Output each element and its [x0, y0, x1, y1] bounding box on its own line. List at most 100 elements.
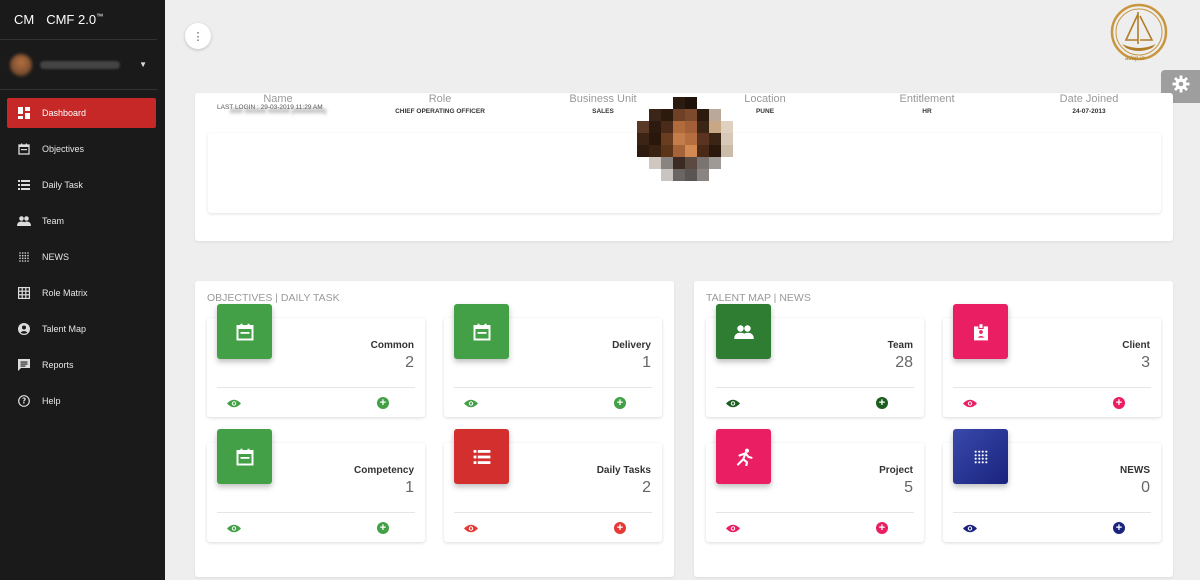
svg-text:?: ?	[22, 397, 26, 406]
people-icon	[17, 214, 31, 228]
plus-icon: +	[878, 396, 886, 409]
sidebar-item-label: Team	[42, 216, 65, 226]
dots-grid-icon	[17, 250, 31, 264]
view-project-button[interactable]	[726, 522, 740, 534]
tile-label: Team	[887, 340, 913, 351]
sidebar-nav: Dashboard Objectives Daily Task Team NEW…	[0, 98, 165, 416]
sidebar-item-news[interactable]: NEWS	[7, 242, 156, 272]
tile-client: Client 3 +	[943, 304, 1161, 417]
sidebar-item-label: Help	[42, 396, 61, 406]
view-team-button[interactable]	[726, 397, 740, 409]
plus-icon: +	[379, 521, 387, 534]
tile-news: NEWS 0 +	[943, 429, 1161, 542]
add-delivery-button[interactable]: +	[614, 397, 626, 409]
tile-label: Common	[370, 340, 414, 351]
sidebar-item-reports[interactable]: Reports	[7, 350, 156, 380]
brand-short: CM	[14, 12, 35, 27]
calendar-icon	[17, 142, 31, 156]
profile-field-name: Name XXX XXXXX XXXXX (XXXXXXX)	[208, 93, 348, 115]
eye-icon	[227, 524, 241, 532]
sidebar-item-daily-task[interactable]: Daily Task	[7, 170, 156, 200]
profile-field-entitlement: Entitlement HR	[857, 93, 997, 115]
sidebar-item-label: NEWS	[42, 252, 69, 262]
tile-count: 3	[1141, 354, 1150, 371]
tile-project: Project 5 +	[706, 429, 924, 542]
plus-icon: +	[616, 396, 624, 409]
plus-icon: +	[616, 521, 624, 534]
add-daily-task-button[interactable]: +	[614, 522, 626, 534]
divider	[716, 512, 914, 513]
more-vert-icon: ⋮	[192, 30, 204, 43]
divider	[217, 512, 415, 513]
profile-field-date-joined: Date Joined 24-07-2013	[1019, 93, 1159, 115]
sidebar-item-label: Objectives	[42, 144, 85, 154]
field-value: HR	[922, 108, 932, 115]
plus-icon: +	[1115, 521, 1123, 534]
add-team-button[interactable]: +	[876, 397, 888, 409]
section-title: TALENT MAP | NEWS	[706, 292, 811, 304]
view-client-button[interactable]	[963, 397, 977, 409]
divider	[454, 387, 652, 388]
add-competency-button[interactable]: +	[377, 522, 389, 534]
eye-icon	[227, 399, 241, 407]
sidebar-item-team[interactable]: Team	[7, 206, 156, 236]
field-value: CHIEF OPERATING OFFICER	[395, 108, 485, 115]
sidebar-item-objectives[interactable]: Objectives	[7, 134, 156, 164]
list-icon	[17, 178, 31, 192]
add-client-button[interactable]: +	[1113, 397, 1125, 409]
user-avatar	[10, 53, 32, 76]
objectives-section: OBJECTIVES | DAILY TASK Common 2 + Deliv…	[195, 281, 674, 577]
sidebar-item-label: Role Matrix	[42, 288, 88, 298]
divider	[217, 387, 415, 388]
tile-label: NEWS	[1120, 465, 1150, 476]
eye-icon	[464, 399, 478, 407]
view-delivery-button[interactable]	[464, 397, 478, 409]
add-news-button[interactable]: +	[1113, 522, 1125, 534]
field-value: XXX XXXXX XXXXX (XXXXXXX)	[229, 108, 327, 115]
people-icon	[716, 304, 771, 359]
user-menu[interactable]: ▼	[0, 40, 157, 90]
tile-competency: Competency 1 +	[207, 429, 425, 542]
sidebar-item-label: Reports	[42, 360, 74, 370]
field-label: Entitlement	[899, 93, 955, 105]
sidebar-item-label: Daily Task	[42, 180, 83, 190]
sidebar-item-dashboard[interactable]: Dashboard	[7, 98, 156, 128]
sidebar-item-role-matrix[interactable]: Role Matrix	[7, 278, 156, 308]
report-icon	[17, 358, 31, 372]
view-news-button[interactable]	[963, 522, 977, 534]
eye-icon	[963, 524, 977, 532]
add-common-button[interactable]: +	[377, 397, 389, 409]
eye-icon	[464, 524, 478, 532]
field-label: Business Unit	[569, 93, 637, 105]
view-competency-button[interactable]	[227, 522, 241, 534]
plus-icon: +	[878, 521, 886, 534]
brand-name: CMF 2.0™	[46, 12, 104, 27]
more-vert-button[interactable]: ⋮	[185, 23, 211, 49]
eye-icon	[726, 399, 740, 407]
field-value: 24-07-2013	[1072, 108, 1106, 115]
sidebar-item-label: Talent Map	[42, 324, 87, 334]
company-logo	[1108, 2, 1170, 64]
dots-grid-icon	[953, 429, 1008, 484]
calendar-icon	[217, 304, 272, 359]
calendar-icon	[454, 304, 509, 359]
field-value: PUNE	[755, 108, 775, 115]
sidebar-item-label: Dashboard	[42, 108, 87, 118]
plus-icon: +	[379, 396, 387, 409]
runner-icon	[716, 429, 771, 484]
sidebar-item-talent-map[interactable]: Talent Map	[7, 314, 156, 344]
divider	[953, 387, 1151, 388]
tile-count: 1	[405, 479, 414, 496]
field-value: SALES	[592, 108, 614, 115]
tile-count: 5	[904, 479, 913, 496]
sidebar-item-help[interactable]: ? Help	[7, 386, 156, 416]
view-common-button[interactable]	[227, 397, 241, 409]
view-daily-tasks-button[interactable]	[464, 522, 478, 534]
gear-icon	[1172, 75, 1190, 98]
tile-count: 2	[642, 479, 651, 496]
eye-icon	[726, 524, 740, 532]
add-project-button[interactable]: +	[876, 522, 888, 534]
divider	[953, 512, 1151, 513]
tile-count: 0	[1141, 479, 1150, 496]
tile-label: Competency	[353, 465, 414, 476]
